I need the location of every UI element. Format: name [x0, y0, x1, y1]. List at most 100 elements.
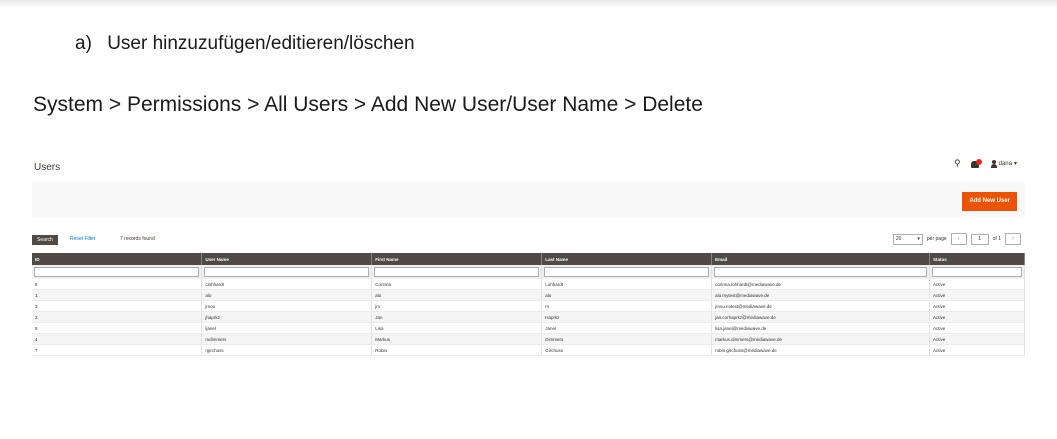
cell-email: corinna.lohhardt@mediawave.de — [711, 279, 931, 290]
cell-status: Active — [929, 289, 1025, 301]
cell-email: alo.mytest@mediawave.de — [711, 289, 931, 301]
grid-body: 6 clohhardt Corinna Lohhardt corinna.lohhard… — [32, 279, 1025, 356]
cell-firstname: Robin — [371, 344, 543, 356]
table-row[interactable]: 7 rgirchuss Robin Girchuss robin.girchuss@me… — [32, 344, 1025, 356]
filter-email-input[interactable] — [714, 267, 928, 277]
notifications-icon[interactable] — [970, 158, 982, 168]
section-number: a) — [75, 33, 92, 54]
per-page-label: per page — [926, 236, 947, 242]
per-page-value: 20 — [895, 236, 902, 242]
search-button[interactable]: Search — [32, 235, 58, 245]
header-actions: ⚲ dana ▾ — [954, 158, 1017, 169]
cell-status: Active — [929, 300, 1025, 312]
cell-id: 5 — [32, 322, 203, 334]
filter-cell — [541, 265, 713, 279]
filter-cell — [929, 265, 1025, 279]
cell-status: Active — [929, 322, 1025, 334]
search-icon[interactable]: ⚲ — [954, 158, 961, 169]
cell-username: jhaprkz — [201, 311, 373, 323]
column-header-email[interactable]: Email — [711, 253, 931, 265]
filter-row — [32, 265, 1025, 279]
cell-firstname: Jan — [371, 311, 543, 323]
cell-email: markus.dimmers@mediawave.de — [711, 333, 931, 345]
table-row[interactable]: 5 ljanel Lisa Janel lisa.janel@mediawave.de A… — [32, 322, 1025, 334]
column-header-username[interactable]: User Name — [201, 253, 373, 265]
table-row[interactable]: 6 clohhardt Corinna Lohhardt corinna.lohhard… — [32, 279, 1025, 290]
table-row[interactable]: 4 mdimmers Markus Dimmers markus.dimmers@med… — [32, 333, 1025, 345]
cell-username: jmou — [201, 300, 373, 312]
chevron-down-icon: ▾ — [917, 236, 920, 242]
grid-header-row: ID User Name First Name Last Name Email … — [32, 253, 1025, 265]
cell-firstname: alo — [371, 289, 543, 301]
cell-id: 1 — [32, 289, 203, 301]
cell-email: jan.corhaprkz@mediawave.de — [711, 311, 931, 323]
section-title: User hinzuzufügen/editieren/löschen — [107, 33, 415, 54]
cell-firstname: Lisa — [371, 322, 543, 334]
filter-cell — [32, 265, 203, 279]
next-page-button[interactable]: › — [1005, 233, 1021, 245]
cell-email: jmou.mitest@mediawave.de — [711, 300, 931, 312]
page-top-edge — [0, 0, 1057, 8]
cell-email: lisa.janel@mediawave.de — [711, 322, 931, 334]
page-title: Users — [34, 162, 61, 173]
cell-lastname: m — [541, 300, 713, 312]
column-header-id[interactable]: ID — [32, 253, 203, 265]
cell-firstname: Markus — [371, 333, 543, 345]
cell-email: robin.girchuss@mediawave.de — [711, 344, 931, 356]
table-row[interactable]: 1 alo alo alo alo.mytest@mediawave.de Active — [32, 289, 1025, 301]
page-number-input[interactable]: 1 — [970, 233, 989, 245]
reset-filter-link[interactable]: Reset Filter — [70, 236, 96, 242]
grid-controls: Search Reset Filter 7 records found 20 ▾… — [32, 233, 1025, 247]
filter-username-input[interactable] — [204, 267, 370, 277]
cell-id: 7 — [32, 344, 203, 356]
users-grid: ID User Name First Name Last Name Email … — [32, 253, 1025, 356]
filter-cell — [201, 265, 373, 279]
cell-status: Active — [929, 333, 1025, 345]
cell-username: mdimmers — [201, 333, 373, 345]
cell-lastname: Girchuss — [541, 344, 713, 356]
account-name: dana — [998, 160, 1012, 167]
prev-page-button[interactable]: ‹ — [950, 233, 967, 245]
cell-status: Active — [929, 311, 1025, 323]
cell-lastname: Lohhardt — [541, 279, 713, 290]
table-row[interactable]: 2 jhaprkz Jan Haprkz jan.corhaprkz@mediawave… — [32, 311, 1025, 323]
column-header-firstname[interactable]: First Name — [371, 253, 543, 265]
section-heading: a) User hinzuzufügen/editieren/löschen — [75, 33, 415, 55]
cell-id: 3 — [32, 300, 203, 312]
filter-firstname-input[interactable] — [374, 267, 540, 277]
admin-users-screenshot: Users ⚲ dana ▾ Add New User Search Reset… — [32, 150, 1025, 400]
cell-id: 4 — [32, 333, 203, 345]
account-menu[interactable]: dana ▾ — [990, 159, 1017, 168]
cell-status: Active — [929, 344, 1025, 356]
filter-status-select[interactable] — [932, 267, 1022, 277]
cell-lastname: Janel — [541, 322, 713, 334]
filter-id-input[interactable] — [34, 267, 200, 277]
cell-lastname: Dimmers — [541, 333, 713, 345]
cell-username: alo — [201, 289, 373, 301]
column-header-status[interactable]: Status — [929, 253, 1025, 265]
cell-lastname: alo — [541, 289, 713, 301]
add-new-user-button[interactable]: Add New User — [962, 192, 1017, 211]
cell-username: clohhardt — [201, 279, 373, 290]
table-row[interactable]: 3 jmou jm m jmou.mitest@mediawave.de Active — [32, 300, 1025, 312]
cell-id: 2 — [32, 311, 203, 323]
filter-cell — [371, 265, 543, 279]
chevron-down-icon: ▾ — [1013, 161, 1017, 167]
cell-id: 6 — [32, 279, 203, 290]
cell-status: Active — [929, 279, 1025, 290]
cell-firstname: jm — [371, 300, 543, 312]
cell-firstname: Corinna — [371, 279, 543, 290]
per-page-select[interactable]: 20 ▾ — [892, 233, 923, 245]
page-total: of 1 — [992, 236, 1001, 242]
cell-lastname: Haprkz — [541, 311, 713, 323]
column-header-lastname[interactable]: Last Name — [541, 253, 713, 265]
filter-lastname-input[interactable] — [544, 267, 710, 277]
pager: 20 ▾ per page ‹ 1 of 1 › — [892, 233, 1021, 245]
records-count: 7 records found — [120, 236, 155, 242]
cell-username: ljanel — [201, 322, 373, 334]
user-icon — [990, 159, 997, 168]
page-actions-bar — [32, 182, 1025, 217]
menu-path: System > Permissions > All Users > Add N… — [33, 93, 703, 116]
filter-cell — [711, 265, 931, 279]
cell-username: rgirchuss — [201, 344, 373, 356]
